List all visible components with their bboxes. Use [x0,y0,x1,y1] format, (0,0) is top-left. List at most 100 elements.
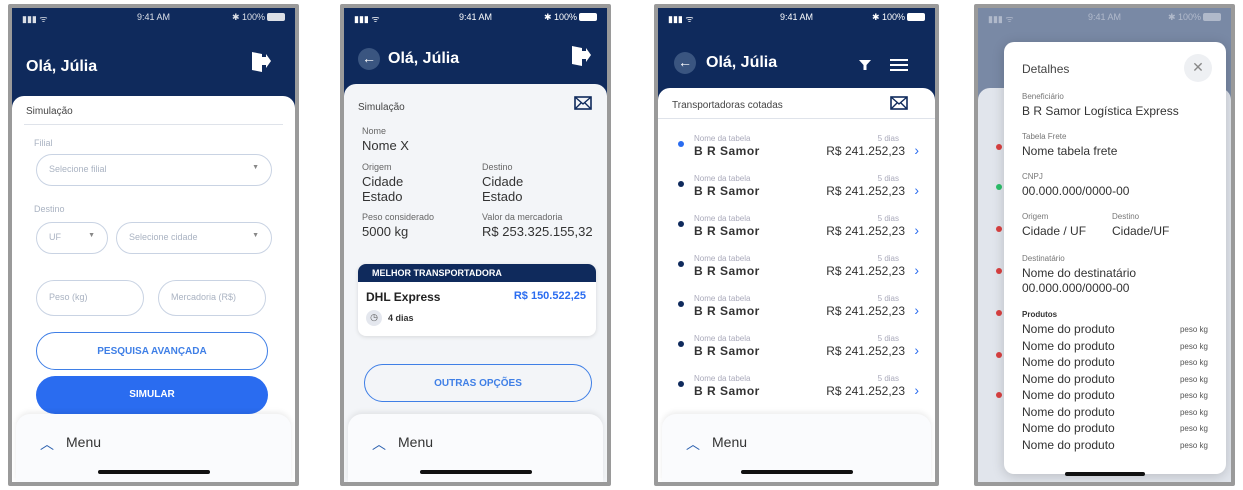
destinatario-label: Destinatário [1022,254,1065,263]
carrier-name: B R Samor [694,384,760,398]
chevron-right-icon: › [914,222,919,238]
divider [24,124,283,125]
status-dot [996,184,1002,190]
cidade-select[interactable]: Selecione cidade ▼ [116,222,272,254]
product-name: Nome do produto [1022,322,1115,336]
table-name: Nome da tabela [694,294,751,303]
section-title: Simulação [358,102,405,113]
tabela-value: Nome tabela frete [1022,144,1118,158]
product-weight: peso kg [1179,424,1208,433]
uf-select[interactable]: UF ▼ [36,222,108,254]
product-weight: peso kg [1179,374,1208,384]
back-arrow-icon[interactable]: ← [358,48,380,70]
filial-label: Filial [34,138,53,148]
status-dot [678,141,684,147]
back-arrow-icon[interactable]: ← [674,52,696,74]
cnpj-value: 00.000.000/0000-00 [1022,184,1130,198]
carrier-row[interactable]: Nome da tabela B R Samor 5 dias R$ 241.252,… [658,370,935,410]
best-carrier-price: R$ 150.522,25 [513,290,586,302]
status-dot [996,226,1002,232]
carrier-row[interactable]: Nome da tabela B R Samor 5 dias R$ 241.252,… [658,250,935,290]
table-name: Nome da tabela [694,174,751,183]
freight-price: R$ 241.252,23 [826,304,905,318]
table-name: Nome da tabela [694,134,751,143]
battery-indicator: ✱ 100% [872,12,925,23]
table-name: Nome da tabela [694,254,751,263]
hamburger-menu-icon[interactable] [890,58,908,72]
status-dot [996,310,1002,316]
product-name: Nome do produto [1022,437,1115,452]
delivery-days: 5 dias [877,134,899,143]
table-name: Nome da tabela [694,214,751,223]
filter-icon[interactable] [858,58,872,72]
details-modal: Detalhes ✕ Beneficiário B R Samor Logíst… [1004,42,1226,474]
carrier-row[interactable]: Nome da tabela B R Samor 5 dias R$ 241.252,… [658,210,935,250]
filial-select[interactable]: Selecione filial ▼ [36,154,272,186]
status-bar: ▮▮▮ ᯤ 9:41 AM ✱ 100% [12,8,295,26]
home-indicator [1064,472,1145,476]
valor-label: Valor da mercadoria [482,212,563,222]
product-weight: peso kg [1179,391,1208,400]
close-icon[interactable]: ✕ [1184,54,1212,82]
carrier-name: B R Samor [694,224,760,238]
product-weight: peso kg [1179,440,1208,450]
peso-placeholder: Peso (kg) [49,292,88,302]
section-title: Simulação [26,106,73,117]
nome-value: Nome X [362,138,409,153]
freight-price: R$ 241.252,23 [826,344,905,358]
chevron-right-icon: › [914,342,919,358]
carrier-name: B R Samor [694,304,760,318]
status-dot [678,261,684,267]
carrier-row[interactable]: Nome da tabela B R Samor 5 dias R$ 241.252,… [658,170,935,210]
chevron-up-icon: ︿ [686,436,700,452]
chevron-right-icon: › [914,382,919,398]
bottom-menu-bar[interactable]: ︿ Menu [348,414,603,482]
best-carrier-card[interactable]: MELHOR TRANSPORTADORA DHL Express R$ 150… [358,264,596,336]
status-dot [996,144,1002,150]
carrier-name: B R Samor [694,184,760,198]
simulate-button[interactable]: SIMULAR [36,376,268,414]
delivery-days: 5 dias [877,334,899,343]
exit-door-icon[interactable] [250,50,272,74]
freight-price: R$ 241.252,23 [826,384,905,398]
carrier-row[interactable]: Nome da tabela B R Samor 5 dias R$ 241.252,… [658,130,935,170]
chevron-right-icon: › [914,262,919,278]
chevron-down-icon: ▼ [88,232,95,239]
mail-icon[interactable] [574,96,592,110]
delivery-days: 5 dias [877,254,899,263]
menu-label: Menu [398,434,434,450]
mercadoria-input[interactable]: Mercadoria (R$) [158,280,266,316]
product-weight: peso kg [1179,341,1208,351]
freight-price: R$ 241.252,23 [826,144,905,158]
status-bar: ▮▮▮ ᯤ 9:41 AM ✱ 100% [344,8,607,26]
status-dot [996,392,1002,398]
exit-door-icon[interactable] [570,44,592,68]
delivery-days: 5 dias [877,374,899,383]
table-name: Nome da tabela [694,334,751,343]
clock-icon: ◷ [366,310,382,326]
carrier-name: B R Samor [694,264,760,278]
product-name: Nome do produto [1022,388,1115,402]
other-options-button[interactable]: OUTRAS OPÇÕES [364,364,592,402]
peso-input[interactable]: Peso (kg) [36,280,144,316]
home-indicator [419,470,532,474]
battery-indicator: ✱ 100% [544,12,597,23]
greeting-title: Olá, Júlia [26,58,98,75]
carrier-row[interactable]: Nome da tabela B R Samor 5 dias R$ 241.252,… [658,290,935,330]
origem-city: Cidade [362,174,404,189]
mail-icon[interactable] [890,96,908,110]
freight-price: R$ 241.252,23 [826,264,905,278]
beneficiario-value: B R Samor Logística Express [1022,104,1179,118]
status-bar: ▮▮▮ ᯤ 9:41 AM ✱ 100% [658,8,935,26]
advanced-search-button[interactable]: PESQUISA AVANÇADA [36,332,268,370]
carrier-row[interactable]: Nome da tabela B R Samor 5 dias R$ 241.252,… [658,330,935,370]
menu-label: Menu [712,434,748,450]
bottom-menu-bar[interactable]: ︿ Menu [16,414,291,482]
bottom-menu-bar[interactable]: ︿ Menu [662,414,931,482]
battery-text: ✱ 100% [871,12,905,22]
battery-indicator: ✱ 100% [232,12,285,23]
phone-screen-details-modal: ▮▮▮ ᯤ 9:41 AM ✱ 100% Detalhes ✕ Benefici… [974,4,1235,486]
product-name: Nome do produto [1022,371,1115,386]
best-carrier-days: 4 dias [388,313,414,323]
status-dot [996,268,1002,274]
